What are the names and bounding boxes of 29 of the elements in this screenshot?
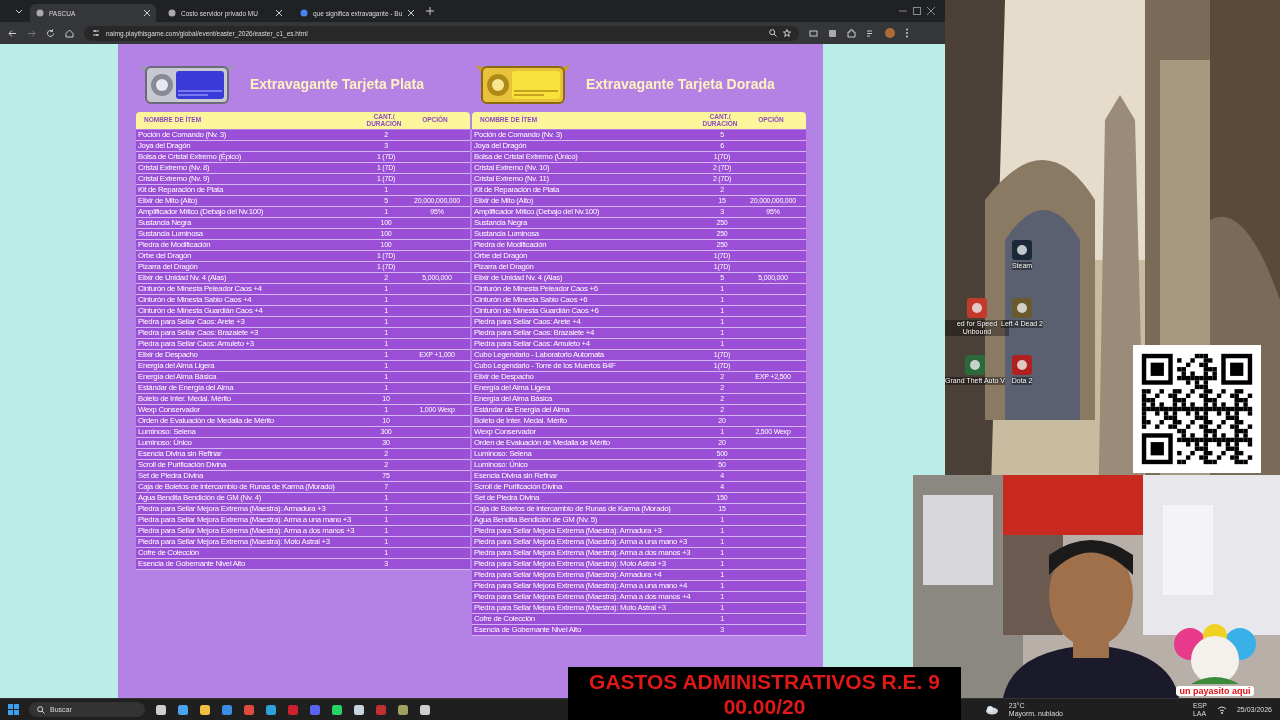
zoom-icon[interactable]: [769, 29, 777, 37]
close-icon[interactable]: [927, 7, 935, 15]
back-icon[interactable]: [8, 28, 17, 38]
weather-icon[interactable]: [984, 704, 999, 715]
favicon-icon: [168, 9, 176, 17]
star-icon[interactable]: [783, 29, 791, 37]
banner-text: GASTOS ADMINISTRATIVOS R.E. 9: [589, 668, 940, 694]
maximize-icon[interactable]: [913, 7, 921, 15]
favicon-icon: [300, 9, 308, 17]
card-title: Extravagante Tarjeta Dorada: [586, 76, 775, 92]
card-title: Extravagante Tarjeta Plata: [250, 76, 425, 92]
home-icon[interactable]: [65, 28, 74, 38]
close-icon[interactable]: [144, 10, 150, 16]
favicon-icon: [36, 9, 44, 17]
menu-icon[interactable]: [905, 28, 909, 38]
banner-text: 00.00/20: [723, 693, 806, 719]
app-icon[interactable]: [419, 703, 431, 716]
search-icon[interactable]: [37, 705, 45, 714]
app-icon[interactable]: [397, 703, 409, 716]
avatar-icon[interactable]: [885, 28, 895, 38]
forward-icon[interactable]: [27, 28, 36, 38]
reload-icon[interactable]: [46, 28, 55, 38]
close-icon[interactable]: [408, 10, 414, 16]
wifi-icon[interactable]: [1216, 705, 1227, 714]
media-icon[interactable]: [866, 28, 875, 38]
site-info-icon[interactable]: [92, 29, 100, 37]
start-icon[interactable]: [8, 704, 19, 715]
close-icon[interactable]: [276, 10, 282, 16]
new-tab-icon[interactable]: [426, 7, 434, 15]
